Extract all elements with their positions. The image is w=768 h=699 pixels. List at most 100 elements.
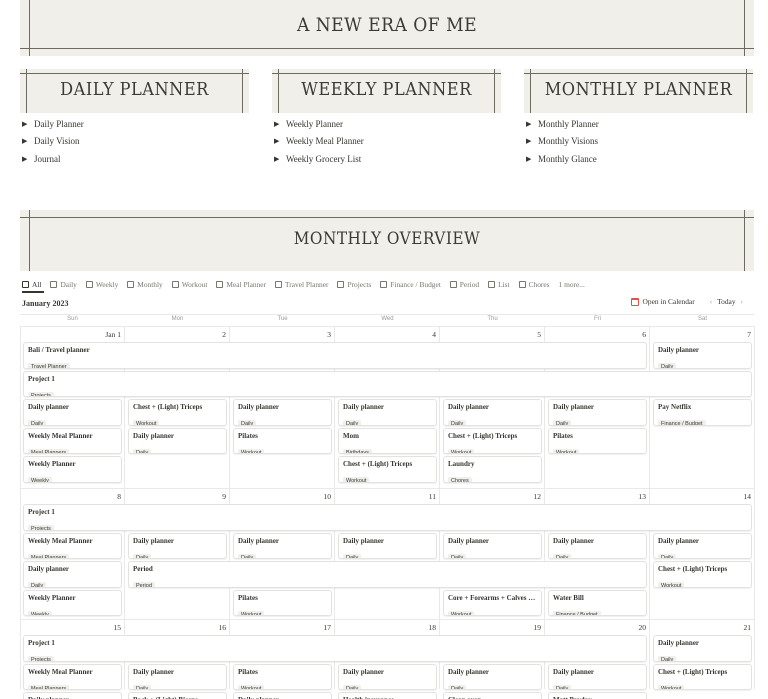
tab-list[interactable]: List: [488, 280, 510, 289]
list-item-label[interactable]: Weekly Meal Planner: [286, 136, 364, 146]
today-button[interactable]: Today: [717, 297, 735, 306]
calendar-event-card[interactable]: Bali / Travel planner Travel Planner: [23, 342, 647, 369]
calendar-event-card[interactable]: Daily plannerDaily: [443, 663, 542, 691]
calendar-event-card[interactable]: Daily plannerDaily: [653, 532, 752, 560]
daily-planner-banner: DAILY PLANNER: [20, 69, 249, 113]
calendar-event-card[interactable]: Daily plannerDaily: [548, 532, 647, 560]
toggle-item-monthly-glance[interactable]: ▶ Monthly Glance: [526, 150, 599, 168]
calendar-event-card[interactable]: Weekly Meal Planner Meal Planners: [23, 427, 122, 455]
calendar-event-card[interactable]: Project 1 Projects: [23, 370, 752, 398]
event-title: Pilates: [238, 431, 258, 440]
calendar-event-card[interactable]: Daily plannerDaily: [338, 663, 437, 691]
calendar-event-card[interactable]: Daily plannerDaily: [548, 399, 647, 426]
toggle-arrow-icon[interactable]: ▶: [22, 120, 34, 128]
calendar-event-card[interactable]: Daily plannerDaily: [23, 692, 122, 699]
tab-monthly[interactable]: Monthly: [127, 280, 163, 289]
day-number: 18: [428, 623, 437, 632]
toggle-arrow-icon[interactable]: ▶: [274, 120, 286, 128]
calendar-event-card[interactable]: Daily plannerDaily: [338, 532, 437, 560]
tab-daily[interactable]: Daily: [50, 280, 77, 289]
day-number: 5: [537, 330, 541, 339]
toggle-arrow-icon[interactable]: ▶: [274, 155, 286, 163]
calendar-event-card[interactable]: Daily plannerDaily: [128, 663, 227, 691]
list-item-label[interactable]: Weekly Planner: [286, 119, 343, 129]
open-in-calendar-button[interactable]: Open in Calendar: [630, 297, 695, 306]
toggle-arrow-icon[interactable]: ▶: [22, 155, 34, 163]
list-item-label[interactable]: Monthly Planner: [538, 119, 599, 129]
calendar-event-card[interactable]: Matt PaydayFinance / Budget: [548, 692, 647, 699]
daily-planner-title: DAILY PLANNER: [60, 79, 209, 100]
calendar-event-card[interactable]: Daily plannerDaily: [128, 532, 227, 560]
calendar-event-card[interactable]: Period Period: [128, 561, 647, 588]
calendar-event-card[interactable]: Clean ovenChores: [443, 692, 542, 699]
calendar-event-card[interactable]: Chest + (Light) Triceps Workout: [443, 427, 542, 455]
tab-projects[interactable]: Projects: [337, 280, 371, 289]
calendar-event-card[interactable]: Health insuranceFinance / Budget: [338, 692, 437, 699]
tab-finance-budget[interactable]: Finance / Budget: [380, 280, 441, 289]
day-number: 8: [117, 492, 121, 501]
calendar-event-card[interactable]: Chest + (Light) Triceps Workout: [338, 456, 437, 483]
calendar-event-card[interactable]: Laundry Chores: [443, 456, 542, 483]
toggle-arrow-icon[interactable]: ▶: [526, 120, 538, 128]
toggle-item-monthly-planner[interactable]: ▶ Monthly Planner: [526, 115, 599, 133]
list-item-label[interactable]: Weekly Grocery List: [286, 154, 361, 164]
calendar-event-card[interactable]: Daily plannerDaily: [128, 427, 227, 455]
calendar-event-card[interactable]: Project 1 Projects: [23, 504, 752, 531]
calendar-event-card[interactable]: Chest + (Light) Triceps Workout: [128, 399, 227, 426]
calendar-event-card[interactable]: Project 1 Projects: [23, 635, 647, 662]
list-item-label[interactable]: Journal: [34, 154, 61, 164]
tab-1-more[interactable]: 1 more...: [559, 280, 585, 289]
toggle-arrow-icon[interactable]: ▶: [22, 137, 34, 145]
calendar-event-card[interactable]: Weekly Planner Weekly: [23, 589, 122, 617]
tab-period[interactable]: Period: [449, 280, 479, 289]
list-item-label[interactable]: Daily Vision: [34, 136, 80, 146]
prev-month-button[interactable]: ‹: [710, 297, 712, 306]
calendar-event-card[interactable]: Daily plannerDaily: [548, 663, 647, 691]
calendar-event-card[interactable]: Daily plannerDaily: [23, 561, 122, 588]
toggle-item-journal[interactable]: ▶ Journal: [22, 150, 84, 168]
toggle-item-daily-vision[interactable]: ▶ Daily Vision: [22, 133, 84, 151]
toggle-item-weekly-grocery-list[interactable]: ▶ Weekly Grocery List: [274, 150, 364, 168]
calendar-event-card[interactable]: Daily plannerDaily: [233, 532, 332, 560]
toggle-arrow-icon[interactable]: ▶: [526, 137, 538, 145]
calendar-event-card[interactable]: Daily plannerDaily: [338, 399, 437, 426]
calendar-event-card[interactable]: Mom Birthdays: [338, 427, 437, 455]
tab-chores[interactable]: Chores: [518, 280, 550, 289]
tab-travel-planner[interactable]: Travel Planner: [275, 280, 328, 289]
calendar-event-card[interactable]: Pilates Workout: [233, 663, 332, 691]
weekday-header: Sun Mon Tue Wed Thu Fri Sat: [20, 316, 755, 326]
calendar-event-card[interactable]: Weekly Meal Planner Meal Planners: [23, 663, 122, 691]
list-item-label[interactable]: Monthly Glance: [538, 154, 597, 164]
calendar-event-card[interactable]: Daily plannerDaily: [233, 692, 332, 699]
calendar-event-card[interactable]: Water Bill Finance / Budget: [548, 589, 647, 617]
tab-meal-planner[interactable]: Meal Planner: [216, 280, 266, 289]
calendar-event-card[interactable]: Daily plannerDaily: [653, 635, 752, 662]
calendar-event-card[interactable]: Weekly Meal Planner Meal Planners: [23, 532, 122, 560]
list-item-label[interactable]: Monthly Visions: [538, 136, 598, 146]
toggle-item-monthly-visions[interactable]: ▶ Monthly Visions: [526, 133, 599, 151]
calendar-event-card[interactable]: Daily plannerDaily: [233, 399, 332, 426]
calendar-event-card[interactable]: Weekly Planner Weekly: [23, 456, 122, 483]
calendar-event-card[interactable]: Pilates Workout: [233, 589, 332, 617]
tab-workout[interactable]: Workout: [171, 280, 207, 289]
list-item-label[interactable]: Daily Planner: [34, 119, 84, 129]
calendar-event-card[interactable]: Chest + (Light) Triceps Workout: [653, 561, 752, 588]
calendar-event-card[interactable]: Back + (Light) BicepsWorkout: [128, 692, 227, 699]
toggle-item-weekly-meal-planner[interactable]: ▶ Weekly Meal Planner: [274, 133, 364, 151]
calendar-event-card[interactable]: Daily plannerDaily: [443, 399, 542, 426]
calendar-event-card[interactable]: Pilates Workout: [548, 427, 647, 455]
calendar-event-card[interactable]: Daily plannerDaily: [23, 399, 122, 426]
calendar-event-card[interactable]: Core + Forearms + Calves + ... Workout: [443, 589, 542, 617]
tab-all[interactable]: All: [22, 280, 41, 289]
toggle-arrow-icon[interactable]: ▶: [526, 155, 538, 163]
tab-weekly[interactable]: Weekly: [85, 280, 118, 289]
toggle-item-weekly-planner[interactable]: ▶ Weekly Planner: [274, 115, 364, 133]
next-month-button[interactable]: ›: [741, 297, 743, 306]
calendar-event-card[interactable]: Chest + (Light) Triceps Workout: [653, 663, 752, 691]
calendar-event-card[interactable]: Pay Netflix Finance / Budget: [653, 399, 752, 426]
toggle-arrow-icon[interactable]: ▶: [274, 137, 286, 145]
calendar-event-card[interactable]: Daily plannerDaily: [443, 532, 542, 560]
calendar-event-card[interactable]: Daily plannerDaily: [653, 342, 752, 369]
calendar-event-card[interactable]: Pilates Workout: [233, 427, 332, 455]
toggle-item-daily-planner[interactable]: ▶ Daily Planner: [22, 115, 84, 133]
